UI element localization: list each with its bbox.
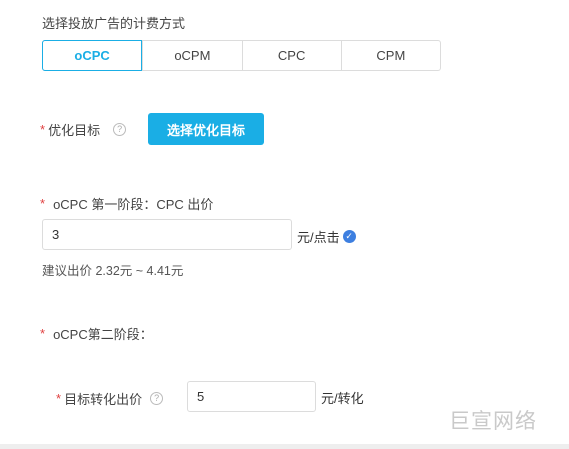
billing-option-cpm[interactable]: CPM xyxy=(340,41,440,70)
stage1-label: oCPC 第一阶段：CPC 出价 xyxy=(53,197,214,212)
goal-label: 优化目标 xyxy=(48,123,101,138)
target-bid-label: 目标转化出价 xyxy=(64,392,143,407)
verified-check-icon: ✓ xyxy=(342,230,356,243)
billing-method-title: 选择投放广告的计费方式 xyxy=(42,16,186,31)
billing-option-ocpm[interactable]: oCPM xyxy=(142,41,241,70)
stage2-label-row: * oCPC第二阶段： xyxy=(40,324,153,343)
stage1-bid-input[interactable] xyxy=(42,219,292,250)
watermark: 巨宣网络 xyxy=(449,409,537,433)
required-mark: * xyxy=(40,326,46,341)
help-icon[interactable]: ? xyxy=(150,392,164,405)
select-goal-button[interactable]: 选择优化目标 xyxy=(148,113,264,145)
help-icon[interactable]: ? xyxy=(113,123,127,136)
required-mark: * xyxy=(40,196,46,211)
target-bid-input[interactable] xyxy=(187,381,316,412)
stage2-label: oCPC第二阶段： xyxy=(53,327,153,342)
stage1-unit-label: 元/点击 xyxy=(297,230,340,245)
required-mark: * xyxy=(56,391,62,406)
stage1-label-row: * oCPC 第一阶段：CPC 出价 xyxy=(40,194,213,213)
goal-field-label-row: * 优化目标 ? xyxy=(40,120,127,139)
billing-option-cpc[interactable]: CPC xyxy=(241,41,341,70)
stage1-suggested-bid: 建议出价 2.32元 ~ 4.41元 xyxy=(42,264,184,278)
target-bid-unit: 元/转化 xyxy=(321,391,364,406)
billing-option-ocpc[interactable]: oCPC xyxy=(42,40,143,71)
billing-method-selector: oCPC oCPM CPC CPM xyxy=(42,40,441,71)
required-mark: * xyxy=(40,122,46,137)
stage1-unit: 元/点击 ✓ xyxy=(297,227,356,246)
target-bid-label-row: * 目标转化出价 ? xyxy=(56,389,164,408)
bottom-divider xyxy=(0,444,569,449)
